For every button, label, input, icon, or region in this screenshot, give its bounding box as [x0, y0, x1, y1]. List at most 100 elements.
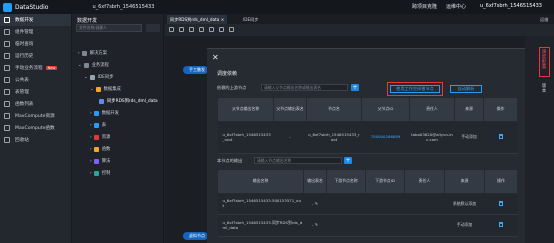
- chevron-right-icon: ›: [78, 50, 80, 56]
- nav-item-maxcompute-resources[interactable]: MaxCompute资源: [0, 110, 71, 122]
- column-header: 输出表名: [303, 169, 327, 194]
- cell-output-name: u_6xf7sbrh_1546515433.同步RDS到rds_dml_data: [217, 214, 304, 237]
- layout-icon[interactable]: [229, 27, 234, 32]
- delete-icon[interactable]: [498, 134, 503, 140]
- delete-icon[interactable]: [499, 200, 503, 206]
- table-row: u_6xf7sbrh_1546515433.同步RDS到rds_dml_data…: [217, 214, 518, 237]
- delete-icon[interactable]: [499, 222, 503, 228]
- chevron-down-icon: ⌄: [90, 86, 94, 92]
- nav-item-function-list[interactable]: 函数列表: [0, 98, 71, 110]
- directory-tree-panel: 数据开发 文件名称/创建人 › 解决方案 ⌄ 业务流程 ⌄ IDE同步 ⌄ 数据集成 同…: [72, 14, 164, 243]
- cell-owner: [404, 193, 445, 215]
- save-icon[interactable]: [169, 27, 174, 32]
- trash-icon: [4, 137, 10, 143]
- ops-tab[interactable]: 运维: [537, 15, 551, 24]
- chevron-right-icon: ›: [90, 110, 92, 116]
- tree-item-resources[interactable]: › 资源: [90, 134, 110, 140]
- table-header-row: 输出名称 输出表名 下游节点名称 下游节点ID 责任人 来源 操作: [217, 169, 518, 194]
- cell-source: 系统默认添加: [444, 193, 485, 215]
- column-header: 下游节点ID: [365, 169, 405, 194]
- nav-item-run-history[interactable]: 运行历史: [0, 50, 71, 62]
- tree-item-algorithms[interactable]: › 算法: [90, 158, 110, 164]
- cell-downstream-id: [365, 214, 405, 237]
- canvas-node-virtual[interactable]: 虚拟节点: [183, 232, 208, 240]
- refresh-icon[interactable]: [209, 27, 214, 32]
- cell-owner: taba03620@aliyun-inc.com: [409, 121, 455, 154]
- tab-sync-rds[interactable]: 同步RDS到rds_dml_data ×: [167, 15, 228, 24]
- add-upstream-button[interactable]: +: [351, 84, 359, 91]
- nav-item-recycle-bin[interactable]: 回收站: [0, 134, 71, 146]
- close-icon[interactable]: ×: [221, 17, 225, 22]
- tree-item-ide-sync[interactable]: ⌄ IDE同步: [84, 74, 114, 80]
- column-header: 下游节点名称: [326, 169, 366, 194]
- data-dev-icon: [93, 110, 99, 116]
- chevron-right-icon: ›: [90, 146, 92, 152]
- dataworks-logo-icon: [3, 2, 12, 12]
- tab-ide-sync[interactable]: IDE同步: [240, 15, 261, 24]
- tree-item-sync-node[interactable]: 同步RDS到rds_dml_data: [99, 98, 158, 104]
- highlight-box: [539, 47, 550, 77]
- table-row: u_6xf7sbrh_1546515433.500153571_out - ✎ …: [217, 193, 518, 215]
- column-header: 来源: [454, 97, 484, 122]
- cell-output-table[interactable]: - ✎: [303, 193, 327, 215]
- column-header: 操作: [484, 169, 518, 194]
- tree-item-control[interactable]: › 控制: [90, 170, 110, 176]
- tree-toolbar-icon[interactable]: [146, 24, 160, 32]
- function-box-icon: [4, 125, 10, 131]
- auto-parse-button[interactable]: 自动解析: [450, 85, 482, 93]
- cell-owner: [404, 214, 445, 237]
- submit-icon[interactable]: [179, 27, 184, 32]
- folder-icon: [81, 50, 87, 56]
- upstream-node-input[interactable]: 请输入父节点输出名称或输出表名: [261, 84, 348, 91]
- table-header-row: 父节点输出名称 父节点输出表名 节点名 父节点ID 责任人 来源 操作: [217, 97, 518, 122]
- highlight-box: [387, 82, 443, 96]
- nav-item-maxcompute-functions[interactable]: MaxCompute函数: [0, 122, 71, 134]
- user-account[interactable]: u_6xf7sbrh_1546515433: [480, 3, 542, 9]
- nav-item-component-management[interactable]: 组件管理: [0, 26, 71, 38]
- left-navigation: 数据开发 组件管理 临时查询 运行历史 手动业务流程 New 公共表 表管理 函数…: [0, 14, 72, 243]
- tree-item-business-flow[interactable]: ⌄ 业务流程: [78, 62, 109, 68]
- cross-project-clone-link[interactable]: 跨项目克隆: [412, 3, 437, 10]
- cell-node-id-link[interactable]: 700000266889: [361, 121, 410, 154]
- tree-item-functions[interactable]: › 函数: [90, 146, 110, 152]
- project-selector[interactable]: u_6xf7sbrh_1546515433: [92, 4, 154, 10]
- cell-downstream-name: [326, 193, 366, 215]
- nav-item-manual-workflow[interactable]: 手动业务流程 New: [0, 62, 71, 74]
- nav-item-public-tables[interactable]: 公共表: [0, 74, 71, 86]
- stop-icon[interactable]: [199, 27, 204, 32]
- table-manage-icon: [4, 89, 10, 95]
- close-icon[interactable]: ✕: [212, 53, 219, 62]
- add-output-button[interactable]: +: [344, 157, 352, 164]
- nav-item-data-development[interactable]: 数据开发: [0, 14, 71, 26]
- control-icon: [93, 170, 99, 176]
- table-icon: [4, 77, 10, 83]
- tree-item-data-dev[interactable]: › 数据开发: [90, 110, 119, 116]
- schedule-dependency-panel: ✕ 调度依赖 依赖的上游节点 请输入父节点输出名称或输出表名 + 使用工作空间根…: [207, 48, 525, 243]
- nav-item-table-management[interactable]: 表管理: [0, 86, 71, 98]
- tab-version[interactable]: 版本: [541, 84, 547, 94]
- parent-nodes-table: 父节点输出名称 父节点输出表名 节点名 父节点ID 责任人 来源 操作 u_6x…: [217, 97, 518, 154]
- workflow-icon: [89, 74, 95, 80]
- output-name-input[interactable]: 请输入节点输出名称: [254, 157, 342, 164]
- canvas-node-manual-trigger[interactable]: 手工触发: [183, 66, 208, 74]
- column-header: 责任人: [404, 169, 445, 194]
- component-icon: [4, 29, 10, 35]
- tree-search-input[interactable]: 文件名称/创建人: [76, 24, 142, 32]
- column-header: 父节点ID: [361, 97, 410, 122]
- function-icon: [93, 146, 99, 152]
- ops-center-link[interactable]: 运维中心: [446, 3, 466, 10]
- tree-item-tables[interactable]: › 表: [90, 122, 106, 128]
- chevron-right-icon: ›: [90, 122, 92, 128]
- tree-item-data-integration[interactable]: ⌄ 数据集成: [90, 86, 121, 92]
- chevron-down-icon: ⌄: [84, 74, 88, 80]
- run-icon[interactable]: [189, 27, 194, 32]
- tree-item-solutions[interactable]: › 解决方案: [78, 50, 107, 56]
- nav-item-ad-hoc-query[interactable]: 临时查询: [0, 38, 71, 50]
- cell-output-table: -: [273, 121, 307, 154]
- cell-actions: [484, 214, 518, 237]
- cell-actions: [483, 121, 518, 154]
- cell-output-table[interactable]: - ✎: [303, 214, 327, 237]
- cell-actions: [484, 193, 518, 215]
- format-icon[interactable]: [219, 27, 224, 32]
- code-icon: [4, 17, 10, 23]
